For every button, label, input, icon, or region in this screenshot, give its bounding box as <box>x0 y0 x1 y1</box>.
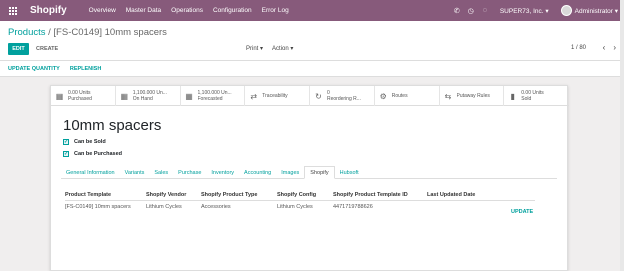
smart-button-reordering-rules[interactable]: ↻ 0 Reordering R... <box>310 86 375 106</box>
smart-buttons: ▦ 0.00 Units Purchased ▦ 1,100.000 Un... O… <box>51 86 569 106</box>
menu-error-log[interactable]: Error Log <box>262 7 289 14</box>
smart-button-routes[interactable]: ⚙ Routes <box>375 86 440 106</box>
update-button[interactable]: UPDATE <box>511 209 535 215</box>
cell-shopify-config: Lithium Cycles <box>277 203 313 210</box>
smart-button-on-hand[interactable]: ▦ 1,100.000 Un... On Hand <box>116 86 181 106</box>
systray: ✆ ◷ ◌ SUPER73, Inc. ▾ Administrator ▾ <box>450 0 624 21</box>
vertical-scrollbar[interactable] <box>620 0 624 271</box>
can-be-sold-checkbox[interactable]: ✓ <box>63 139 69 145</box>
can-be-sold-field: ✓ Can be Sold <box>63 139 106 145</box>
cell-product-template: [FS-C0149] 10mm spacers <box>65 203 131 210</box>
update-quantity-button[interactable]: UPDATE QUANTITY <box>8 66 60 72</box>
column-header: Product Template <box>65 192 112 198</box>
tab-accounting[interactable]: Accounting <box>239 166 276 179</box>
clock-icon[interactable]: ◷ <box>464 7 478 15</box>
cubes-icon: ▦ <box>185 91 193 101</box>
chart-icon: ▮ <box>510 91 515 101</box>
column-header: Shopify Product Type <box>201 192 258 198</box>
edit-button[interactable]: EDIT <box>8 43 29 55</box>
breadcrumb: Products / [FS-C0149] 10mm spacers <box>8 27 167 38</box>
stat-label: Traceability <box>262 93 288 99</box>
apps-menu-icon[interactable] <box>4 0 22 21</box>
company-switcher[interactable]: SUPER73, Inc. ▾ <box>500 7 549 15</box>
stat-label: Reordering R... <box>327 96 361 102</box>
tab-shopify[interactable]: Shopify <box>304 166 335 179</box>
menu-overview[interactable]: Overview <box>89 7 116 14</box>
notebook-tabs: General Information Variants Sales Purch… <box>61 166 557 179</box>
can-be-purchased-label: Can be Purchased <box>74 151 122 157</box>
can-be-purchased-checkbox[interactable]: ✓ <box>63 151 69 157</box>
tab-variants[interactable]: Variants <box>120 166 150 179</box>
replenish-button[interactable]: REPLENISH <box>70 66 101 72</box>
chat-icon[interactable]: ◌ <box>478 7 492 14</box>
can-be-sold-label: Can be Sold <box>74 139 106 145</box>
refresh-icon: ↻ <box>315 91 322 101</box>
smart-button-purchased[interactable]: ▦ 0.00 Units Purchased <box>51 86 116 106</box>
menu-configuration[interactable]: Configuration <box>213 7 252 14</box>
stat-label: Sold <box>521 96 532 102</box>
menu-master-data[interactable]: Master Data <box>126 7 161 14</box>
stat-label: Forecasted <box>197 96 223 102</box>
phone-icon[interactable]: ✆ <box>450 7 464 15</box>
tab-images[interactable]: Images <box>276 166 304 179</box>
random-icon: ⇆ <box>444 91 452 101</box>
previous-record-button[interactable]: ‹ <box>603 43 606 52</box>
column-header: Shopify Vendor <box>146 192 187 198</box>
smart-button-forecasted[interactable]: ▦ 1,100.000 Un... Forecasted <box>181 86 246 106</box>
form-sheet: ▦ 0.00 Units Purchased ▦ 1,100.000 Un... O… <box>50 85 569 271</box>
arrows-icon: ⇄ <box>250 91 258 101</box>
stat-label: Putaway Rules <box>456 93 490 99</box>
cell-shopify-vendor: Lithium Cycles <box>146 203 182 210</box>
app-brand[interactable]: Shopify <box>30 5 67 16</box>
tab-inventory[interactable]: Inventory <box>206 166 239 179</box>
table-row[interactable]: [FS-C0149] 10mm spacers Lithium Cycles A… <box>65 201 535 215</box>
main-menu: Overview Master Data Operations Configur… <box>89 7 289 14</box>
cell-template-id: 4471719788626 <box>333 203 373 210</box>
breadcrumb-current: [FS-C0149] 10mm spacers <box>53 27 167 38</box>
form-statusbar: UPDATE QUANTITY REPLENISH <box>0 61 624 77</box>
smart-button-traceability[interactable]: ⇄ Traceability <box>245 86 310 106</box>
tab-purchase[interactable]: Purchase <box>173 166 206 179</box>
shopify-table: Product Template Shopify Vendor Shopify … <box>65 190 535 215</box>
tab-general-information[interactable]: General Information <box>61 166 120 179</box>
tab-hubsoft[interactable]: Hubsoft <box>335 166 364 179</box>
product-name[interactable]: 10mm spacers <box>63 117 161 134</box>
top-navbar: Shopify Overview Master Data Operations … <box>0 0 624 21</box>
user-menu[interactable]: Administrator ▾ <box>575 7 618 15</box>
table-header: Product Template Shopify Vendor Shopify … <box>65 190 535 201</box>
pager-value[interactable]: 1 / 80 <box>571 45 586 51</box>
column-header: Shopify Config <box>277 192 317 198</box>
avatar[interactable] <box>560 5 572 16</box>
cell-product-type: Accessories <box>201 203 231 210</box>
column-header: Last Updated Date <box>427 192 476 198</box>
next-record-button[interactable]: › <box>613 43 616 52</box>
can-be-purchased-field: ✓ Can be Purchased <box>63 151 122 157</box>
menu-operations[interactable]: Operations <box>171 7 203 14</box>
column-header: Shopify Product Template ID <box>333 192 408 198</box>
cubes-icon: ▦ <box>55 91 64 101</box>
cogs-icon: ⚙ <box>379 91 387 101</box>
action-dropdown[interactable]: Action ▾ <box>272 45 293 52</box>
cubes-icon: ▦ <box>120 91 129 101</box>
smart-button-sold[interactable]: ▮ 0.00 Units Sold <box>504 86 569 106</box>
smart-button-putaway-rules[interactable]: ⇆ Putaway Rules <box>440 86 505 106</box>
print-dropdown[interactable]: Print ▾ <box>246 45 263 52</box>
stat-label: On Hand <box>132 96 153 102</box>
pager-arrows: ‹ › <box>603 43 616 52</box>
breadcrumb-products-link[interactable]: Products <box>8 27 46 38</box>
create-button[interactable]: CREATE <box>36 43 58 55</box>
control-panel: Products / [FS-C0149] 10mm spacers EDIT … <box>0 21 624 61</box>
tab-sales[interactable]: Sales <box>149 166 173 179</box>
stat-label: Routes <box>391 93 408 99</box>
stat-label: Purchased <box>68 96 92 102</box>
